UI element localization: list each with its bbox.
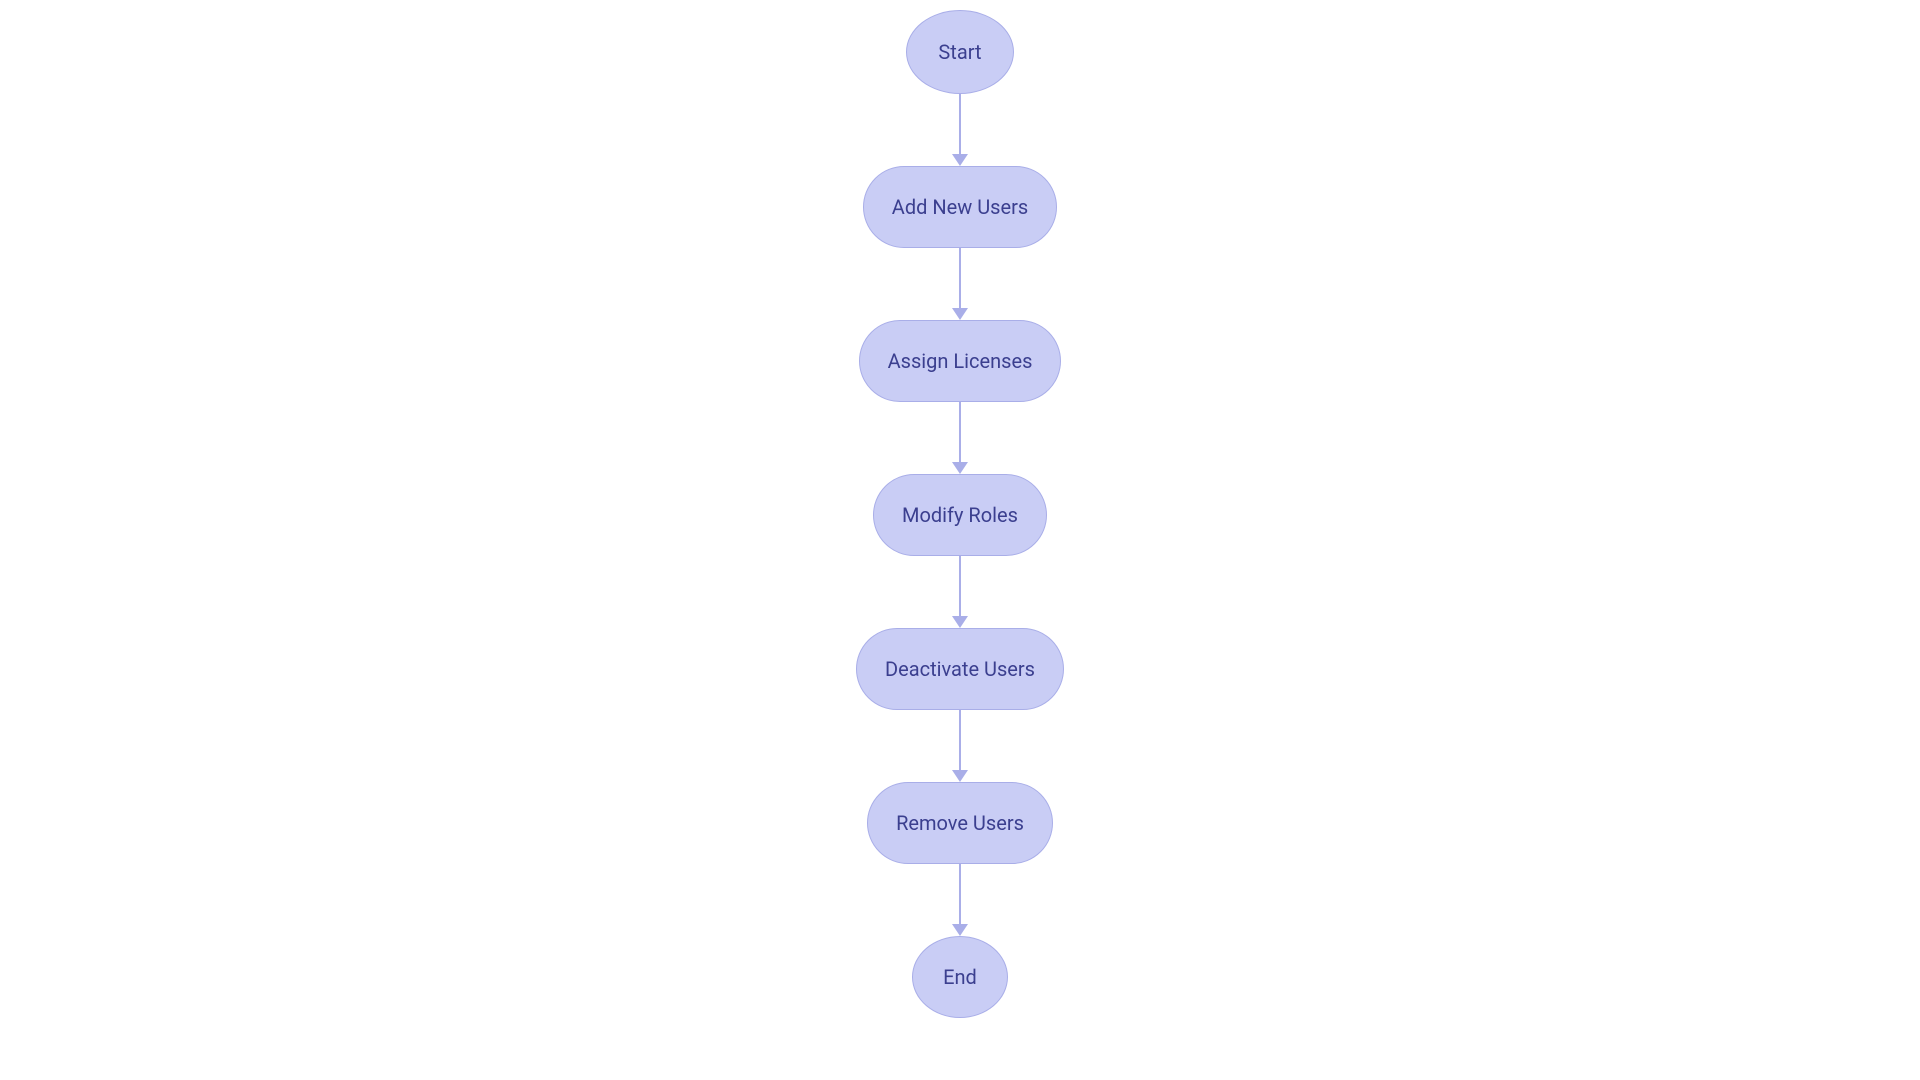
connector-line — [959, 248, 961, 308]
arrow-down-icon — [952, 308, 968, 320]
node-label: Modify Roles — [902, 503, 1018, 527]
node-start: Start — [906, 10, 1014, 94]
node-add-users: Add New Users — [863, 166, 1057, 248]
arrow-down-icon — [952, 616, 968, 628]
arrow-down-icon — [952, 154, 968, 166]
connector-line — [959, 864, 961, 924]
node-assign-licenses: Assign Licenses — [859, 320, 1062, 402]
node-label: Start — [938, 40, 981, 64]
connector-line — [959, 556, 961, 616]
connector — [952, 94, 968, 166]
connector — [952, 710, 968, 782]
connector — [952, 402, 968, 474]
arrow-down-icon — [952, 462, 968, 474]
node-label: Assign Licenses — [888, 349, 1033, 373]
connector — [952, 864, 968, 936]
node-deactivate-users: Deactivate Users — [856, 628, 1064, 710]
node-label: Deactivate Users — [885, 657, 1035, 681]
connector-line — [959, 710, 961, 770]
node-label: Remove Users — [896, 811, 1024, 835]
connector-line — [959, 94, 961, 154]
connector-line — [959, 402, 961, 462]
node-modify-roles: Modify Roles — [873, 474, 1047, 556]
arrow-down-icon — [952, 770, 968, 782]
node-label: End — [943, 965, 977, 989]
node-label: Add New Users — [892, 195, 1028, 219]
connector — [952, 248, 968, 320]
connector — [952, 556, 968, 628]
flowchart-container: Start Add New Users Assign Licenses Modi… — [856, 10, 1064, 1018]
node-remove-users: Remove Users — [867, 782, 1053, 864]
node-end: End — [912, 936, 1008, 1018]
arrow-down-icon — [952, 924, 968, 936]
